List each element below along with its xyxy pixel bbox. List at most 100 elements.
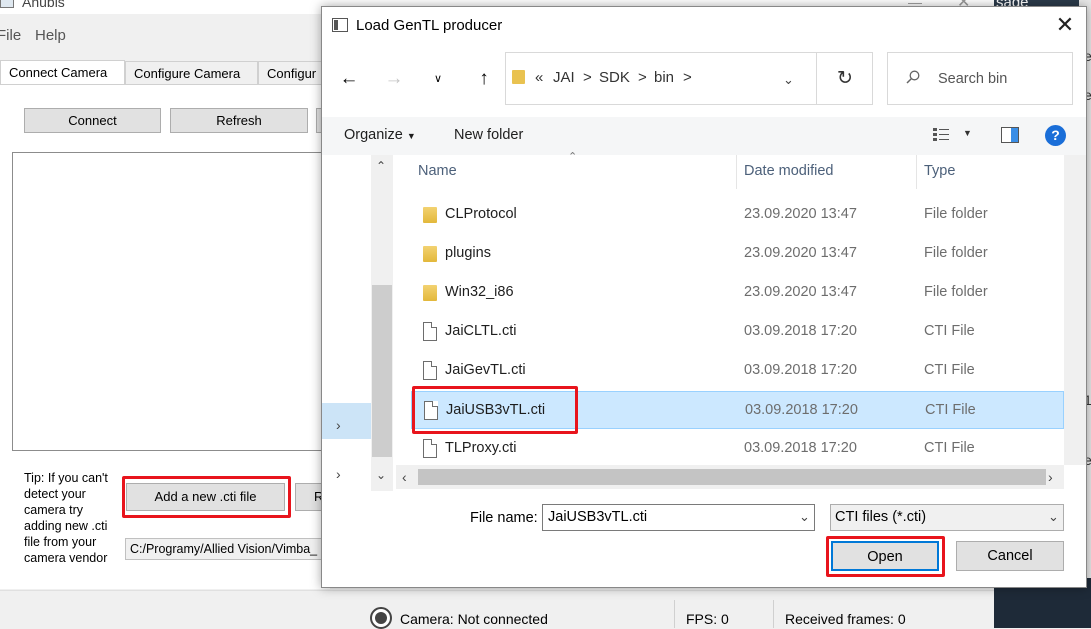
camera-status-text: Camera: Not connected [400,611,548,627]
file-date: 03.09.2018 17:20 [744,323,857,339]
up-arrow-icon[interactable]: ↑ [471,66,497,92]
folder-icon [423,246,437,262]
expand-chevron-icon[interactable]: › [336,417,341,433]
file-row[interactable]: TLProxy.cti 03.09.2018 17:20 CTI File [411,430,1064,468]
file-name-dropdown-chevron-icon[interactable]: ⌄ [799,509,810,525]
file-type: File folder [924,206,988,222]
menu-file[interactable]: File [0,27,21,44]
file-icon [424,401,438,420]
sort-arrow-icon: ⌃ [568,151,578,163]
connect-button[interactable]: Connect [24,108,161,133]
preview-pane-icon[interactable] [1001,127,1019,143]
cti-path-field[interactable]: C:/Programy/Allied Vision/Vimba_ [125,538,330,560]
app-icon [0,0,14,8]
address-dropdown-chevron-icon[interactable]: ⌄ [783,72,794,88]
navigation-selected-item[interactable] [322,403,371,439]
file-name: CLProtocol [445,206,517,222]
scroll-up-icon[interactable]: ⌃ [376,159,386,173]
column-header-date[interactable]: Date modified [744,163,833,179]
file-name: Win32_i86 [445,284,514,300]
file-row-selected[interactable]: JaiUSB3vTL.cti 03.09.2018 17:20 CTI File [411,391,1064,429]
scroll-right-icon[interactable]: › [1048,469,1053,485]
scroll-down-icon[interactable]: ⌄ [376,468,386,482]
file-date: 23.09.2020 13:47 [744,245,857,261]
folder-icon [512,70,525,84]
file-list-vertical-scrollbar[interactable] [1064,155,1086,465]
camera-list[interactable] [12,152,330,451]
file-row[interactable]: JaiCLTL.cti 03.09.2018 17:20 CTI File [411,313,1064,351]
organize-button[interactable]: Organize ▼ [344,127,416,143]
scroll-left-icon[interactable]: ‹ [402,469,407,485]
column-header-type[interactable]: Type [924,163,955,179]
address-divider [816,53,817,104]
tab-configure-camera[interactable]: Configure Camera [125,61,258,85]
breadcrumb-separator[interactable]: > [583,69,592,86]
tab-connect-camera[interactable]: Connect Camera [0,60,125,85]
refresh-button[interactable]: Refresh [170,108,308,133]
column-header-name[interactable]: Name [418,163,457,179]
add-cti-file-button[interactable]: Add a new .cti file [126,483,285,511]
file-date: 23.09.2020 13:47 [744,206,857,222]
file-type: CTI File [925,402,976,418]
file-type: File folder [924,284,988,300]
back-arrow-icon[interactable]: ← [336,66,362,92]
status-divider [674,600,675,628]
file-name-label: File name: [470,510,538,526]
file-type: File folder [924,245,988,261]
status-divider [773,600,774,628]
file-row[interactable]: Win32_i86 23.09.2020 13:47 File folder [411,274,1064,312]
file-row[interactable]: JaiGevTL.cti 03.09.2018 17:20 CTI File [411,352,1064,390]
breadcrumb-overflow[interactable]: « [535,69,543,86]
file-type: CTI File [924,440,975,456]
breadcrumb-sdk[interactable]: SDK [599,69,630,86]
navigation-scrollbar-thumb[interactable] [372,285,392,457]
file-row[interactable]: CLProtocol 23.09.2020 13:47 File folder [411,196,1064,234]
view-options-icon[interactable] [933,127,951,143]
refresh-icon[interactable]: ↻ [837,67,853,90]
breadcrumb-jai[interactable]: JAI [553,69,575,86]
file-date: 03.09.2018 17:20 [744,440,857,456]
file-name: JaiUSB3vTL.cti [446,402,546,418]
fps-text: FPS: 0 [686,611,729,627]
file-name: JaiGevTL.cti [445,362,526,378]
search-icon [906,70,920,84]
new-folder-button[interactable]: New folder [454,127,523,143]
recent-locations-chevron-icon[interactable]: ∨ [425,66,451,92]
background-app-title: Anubis [22,0,65,10]
open-button[interactable]: Open [831,541,939,571]
view-dropdown-arrow-icon[interactable]: ▼ [963,128,972,138]
file-row[interactable]: plugins 23.09.2020 13:47 File folder [411,235,1064,273]
column-divider[interactable] [736,155,737,189]
file-type-dropdown-chevron-icon[interactable]: ⌄ [1048,509,1059,525]
tab-bar: Connect Camera Configure Camera Configur [0,60,330,85]
breadcrumb-separator[interactable]: > [638,69,647,86]
column-divider[interactable] [916,155,917,189]
frames-text: Received frames: 0 [785,611,906,627]
horizontal-scrollbar-thumb[interactable] [418,469,1046,485]
menu-help[interactable]: Help [35,27,66,44]
file-name-input[interactable]: JaiUSB3vTL.cti [542,504,815,531]
dialog-window-icon [332,18,348,32]
expand-chevron-icon[interactable]: › [336,466,341,482]
file-type: CTI File [924,362,975,378]
file-icon [423,322,437,341]
file-type: CTI File [924,323,975,339]
forward-arrow-icon[interactable]: → [381,66,407,92]
dialog-close-icon[interactable]: ✕ [1050,12,1080,40]
file-name: JaiCLTL.cti [445,323,517,339]
file-type-select[interactable]: CTI files (*.cti) [830,504,1064,531]
help-icon[interactable]: ? [1045,125,1066,146]
breadcrumb-bin[interactable]: bin [654,69,674,86]
file-icon [423,361,437,380]
file-name: plugins [445,245,491,261]
cancel-button[interactable]: Cancel [956,541,1064,571]
file-icon [423,439,437,458]
tab-configure-other[interactable]: Configur [258,61,330,85]
camera-status-icon [370,607,392,629]
menubar: File Help [0,22,330,48]
breadcrumb-separator[interactable]: > [683,69,692,86]
tip-text: Tip: If you can't detect your camera try… [24,471,108,565]
dropdown-arrow-icon: ▼ [406,131,416,141]
dialog-title: Load GenTL producer [356,17,503,34]
folder-icon [423,207,437,223]
